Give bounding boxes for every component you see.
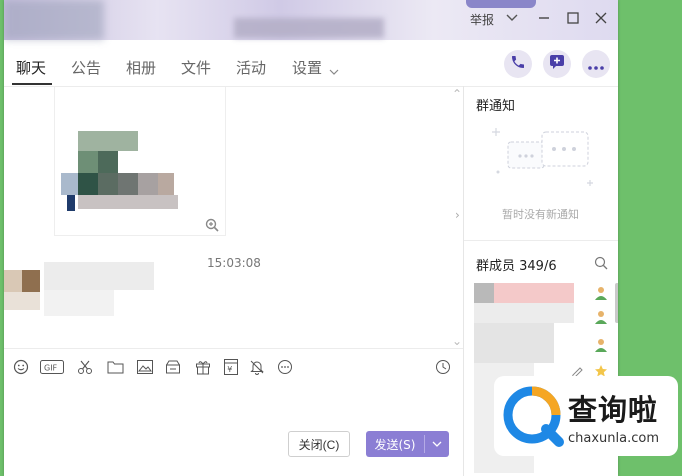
avatar-pixel-block bbox=[4, 270, 22, 292]
chat-plus-icon bbox=[549, 54, 565, 74]
member-avatar-blurred bbox=[474, 283, 494, 303]
member-name-blurred bbox=[494, 283, 574, 303]
text-message-blurred[interactable] bbox=[4, 262, 174, 324]
tab-announcement[interactable]: 公告 bbox=[71, 57, 101, 78]
group-name-blurred bbox=[234, 18, 384, 38]
more-tools-icon[interactable] bbox=[276, 358, 294, 376]
title-bar[interactable]: 举报 bbox=[4, 0, 618, 40]
send-options-chevron-icon[interactable] bbox=[425, 441, 449, 448]
screenshot-gift-box-icon[interactable] bbox=[164, 358, 182, 376]
gif-icon[interactable]: GIF bbox=[40, 358, 64, 376]
avatar-pixel-block bbox=[4, 292, 40, 310]
bell-mute-icon[interactable] bbox=[248, 358, 266, 376]
phone-icon bbox=[510, 54, 526, 74]
svg-text:¥: ¥ bbox=[227, 365, 232, 374]
scissors-icon[interactable] bbox=[76, 358, 94, 376]
share-screen-button[interactable] bbox=[543, 50, 571, 78]
composer-toolbar: GIF ¥ bbox=[4, 348, 463, 383]
history-clock-icon[interactable] bbox=[434, 358, 452, 376]
image-pixel-block bbox=[61, 173, 78, 195]
image-pixel-block bbox=[118, 173, 138, 195]
tab-activities[interactable]: 活动 bbox=[236, 57, 266, 78]
more-button[interactable] bbox=[582, 50, 610, 78]
red-packet-icon[interactable]: ¥ bbox=[222, 358, 240, 376]
active-tab-indicator bbox=[12, 83, 52, 85]
message-list[interactable]: 15:03:08 ⌃ ⌄ bbox=[4, 87, 463, 348]
member-name-blurred bbox=[474, 323, 554, 363]
svg-text:GIF: GIF bbox=[44, 364, 58, 373]
more-dots-icon bbox=[588, 55, 604, 74]
collapse-sidebar-icon[interactable]: › bbox=[455, 208, 460, 222]
group-members-title: 群成员 349/6 bbox=[476, 259, 557, 274]
image-message[interactable] bbox=[54, 87, 226, 236]
member-role-icon bbox=[594, 337, 608, 356]
send-button-label: 发送(S) bbox=[374, 437, 416, 452]
call-button[interactable] bbox=[504, 50, 532, 78]
title-badge bbox=[466, 0, 536, 8]
message-timestamp: 15:03:08 bbox=[207, 256, 261, 270]
tab-bar: 聊天 公告 相册 文件 活动 设置 bbox=[4, 44, 464, 86]
image-pixel-block bbox=[98, 173, 118, 195]
minimize-icon[interactable] bbox=[534, 8, 554, 28]
watermark-logo: 查询啦 chaxunla.com bbox=[494, 376, 678, 456]
member-list-scrollbar[interactable] bbox=[615, 283, 618, 323]
image-pixel-block bbox=[78, 195, 178, 209]
settings-chevron-icon[interactable] bbox=[329, 61, 339, 80]
image-pixel-block bbox=[78, 151, 98, 173]
send-button[interactable]: 发送(S) bbox=[366, 431, 449, 457]
gift-icon[interactable] bbox=[194, 358, 212, 376]
close-window-icon[interactable] bbox=[591, 8, 611, 28]
watermark-brand-en: chaxunla.com bbox=[568, 430, 659, 446]
close-button[interactable]: 关闭(C) bbox=[288, 431, 350, 457]
magnifier-logo-icon bbox=[502, 385, 564, 447]
watermark-brand-cn: 查询啦 bbox=[568, 392, 659, 427]
message-input[interactable] bbox=[4, 382, 463, 476]
folder-icon[interactable] bbox=[106, 358, 124, 376]
maximize-icon[interactable] bbox=[563, 8, 583, 28]
member-search-icon[interactable] bbox=[594, 255, 610, 271]
member-role-icon bbox=[594, 285, 608, 304]
image-pixel-block bbox=[78, 173, 98, 195]
dropdown-chevron-icon[interactable] bbox=[502, 8, 522, 28]
report-link[interactable]: 举报 bbox=[470, 11, 494, 28]
group-notice-title: 群通知 bbox=[476, 99, 516, 114]
zoom-in-icon[interactable] bbox=[205, 217, 219, 236]
tab-chat[interactable]: 聊天 bbox=[16, 57, 46, 78]
message-pixel-block bbox=[44, 262, 154, 290]
image-pixel-block bbox=[158, 173, 174, 195]
tab-settings[interactable]: 设置 bbox=[292, 57, 322, 78]
image-pixel-block bbox=[138, 173, 158, 195]
emoji-icon[interactable] bbox=[12, 358, 30, 376]
image-pixel-block bbox=[67, 195, 75, 211]
image-icon[interactable] bbox=[136, 358, 154, 376]
message-pixel-block bbox=[44, 290, 114, 316]
sidebar-section-divider bbox=[464, 240, 618, 241]
member-role-icon bbox=[594, 309, 608, 328]
tab-album[interactable]: 相册 bbox=[126, 57, 156, 78]
scroll-top-mark-icon: ⌃ bbox=[452, 87, 463, 101]
avatar-pixel-block bbox=[22, 270, 40, 292]
tab-files[interactable]: 文件 bbox=[181, 57, 211, 78]
sidebar-divider bbox=[463, 86, 464, 476]
member-name-blurred bbox=[474, 303, 574, 323]
empty-notice-text: 暂时没有新通知 bbox=[502, 208, 579, 221]
image-pixel-block bbox=[78, 131, 138, 151]
group-avatar-blurred bbox=[4, 0, 104, 40]
scroll-bottom-mark-icon: ⌄ bbox=[452, 334, 463, 348]
image-pixel-block bbox=[98, 151, 118, 173]
empty-notice-illustration bbox=[486, 120, 606, 200]
